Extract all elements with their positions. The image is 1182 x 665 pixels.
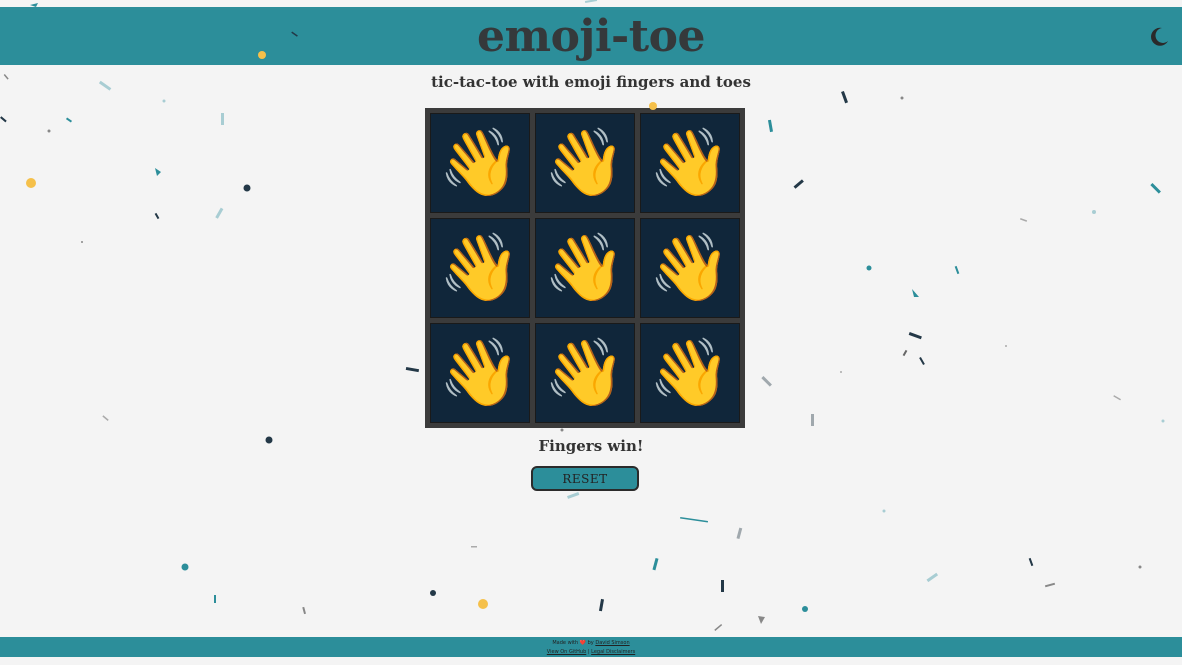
wave-hand-icon: 👋 [438, 229, 522, 306]
board-cell-4[interactable]: 👋 [430, 218, 530, 318]
board-cell-7[interactable]: 👋 [430, 323, 530, 423]
wave-hand-icon: 👋 [438, 334, 522, 411]
wave-hand-icon: 👋 [543, 124, 627, 201]
bottom-strip [0, 657, 1182, 665]
wave-hand-icon: 👋 [543, 229, 627, 306]
board-cell-2[interactable]: 👋 [535, 113, 635, 213]
game-status: Fingers win! [538, 437, 644, 455]
wave-hand-icon: 👋 [648, 229, 732, 306]
wave-hand-icon: 👋 [648, 124, 732, 201]
github-link[interactable]: View On GitHub [547, 649, 586, 655]
made-with-text: Made with [552, 640, 579, 646]
by-text: by [587, 640, 594, 646]
footer-links: View On GitHub | Legal Disclaimers [0, 649, 1182, 655]
top-strip [0, 0, 1182, 7]
subtitle: tic-tac-toe with emoji fingers and toes [431, 73, 751, 91]
board-cell-1[interactable]: 👋 [430, 113, 530, 213]
app-header: emoji-toe [0, 7, 1182, 65]
footer-separator: | [587, 649, 590, 655]
app-title: emoji-toe [477, 11, 705, 62]
author-link[interactable]: David Simson [595, 640, 629, 646]
footer-credit: Made with ❤️ by David Simson [0, 640, 1182, 646]
moon-icon[interactable] [1148, 26, 1170, 48]
board-cell-8[interactable]: 👋 [535, 323, 635, 423]
legal-link[interactable]: Legal Disclaimers [591, 649, 635, 655]
reset-button[interactable]: RESET [531, 466, 639, 491]
wave-hand-icon: 👋 [438, 124, 522, 201]
game-board: 👋 👋 👋 👋 👋 👋 👋 👋 👋 [425, 108, 745, 428]
wave-hand-icon: 👋 [648, 334, 732, 411]
board-cell-9[interactable]: 👋 [640, 323, 740, 423]
app-footer: Made with ❤️ by David Simson View On Git… [0, 637, 1182, 657]
board-cell-6[interactable]: 👋 [640, 218, 740, 318]
board-cell-3[interactable]: 👋 [640, 113, 740, 213]
wave-hand-icon: 👋 [543, 334, 627, 411]
heart-icon: ❤️ [579, 640, 587, 646]
board-cell-5[interactable]: 👋 [535, 218, 635, 318]
